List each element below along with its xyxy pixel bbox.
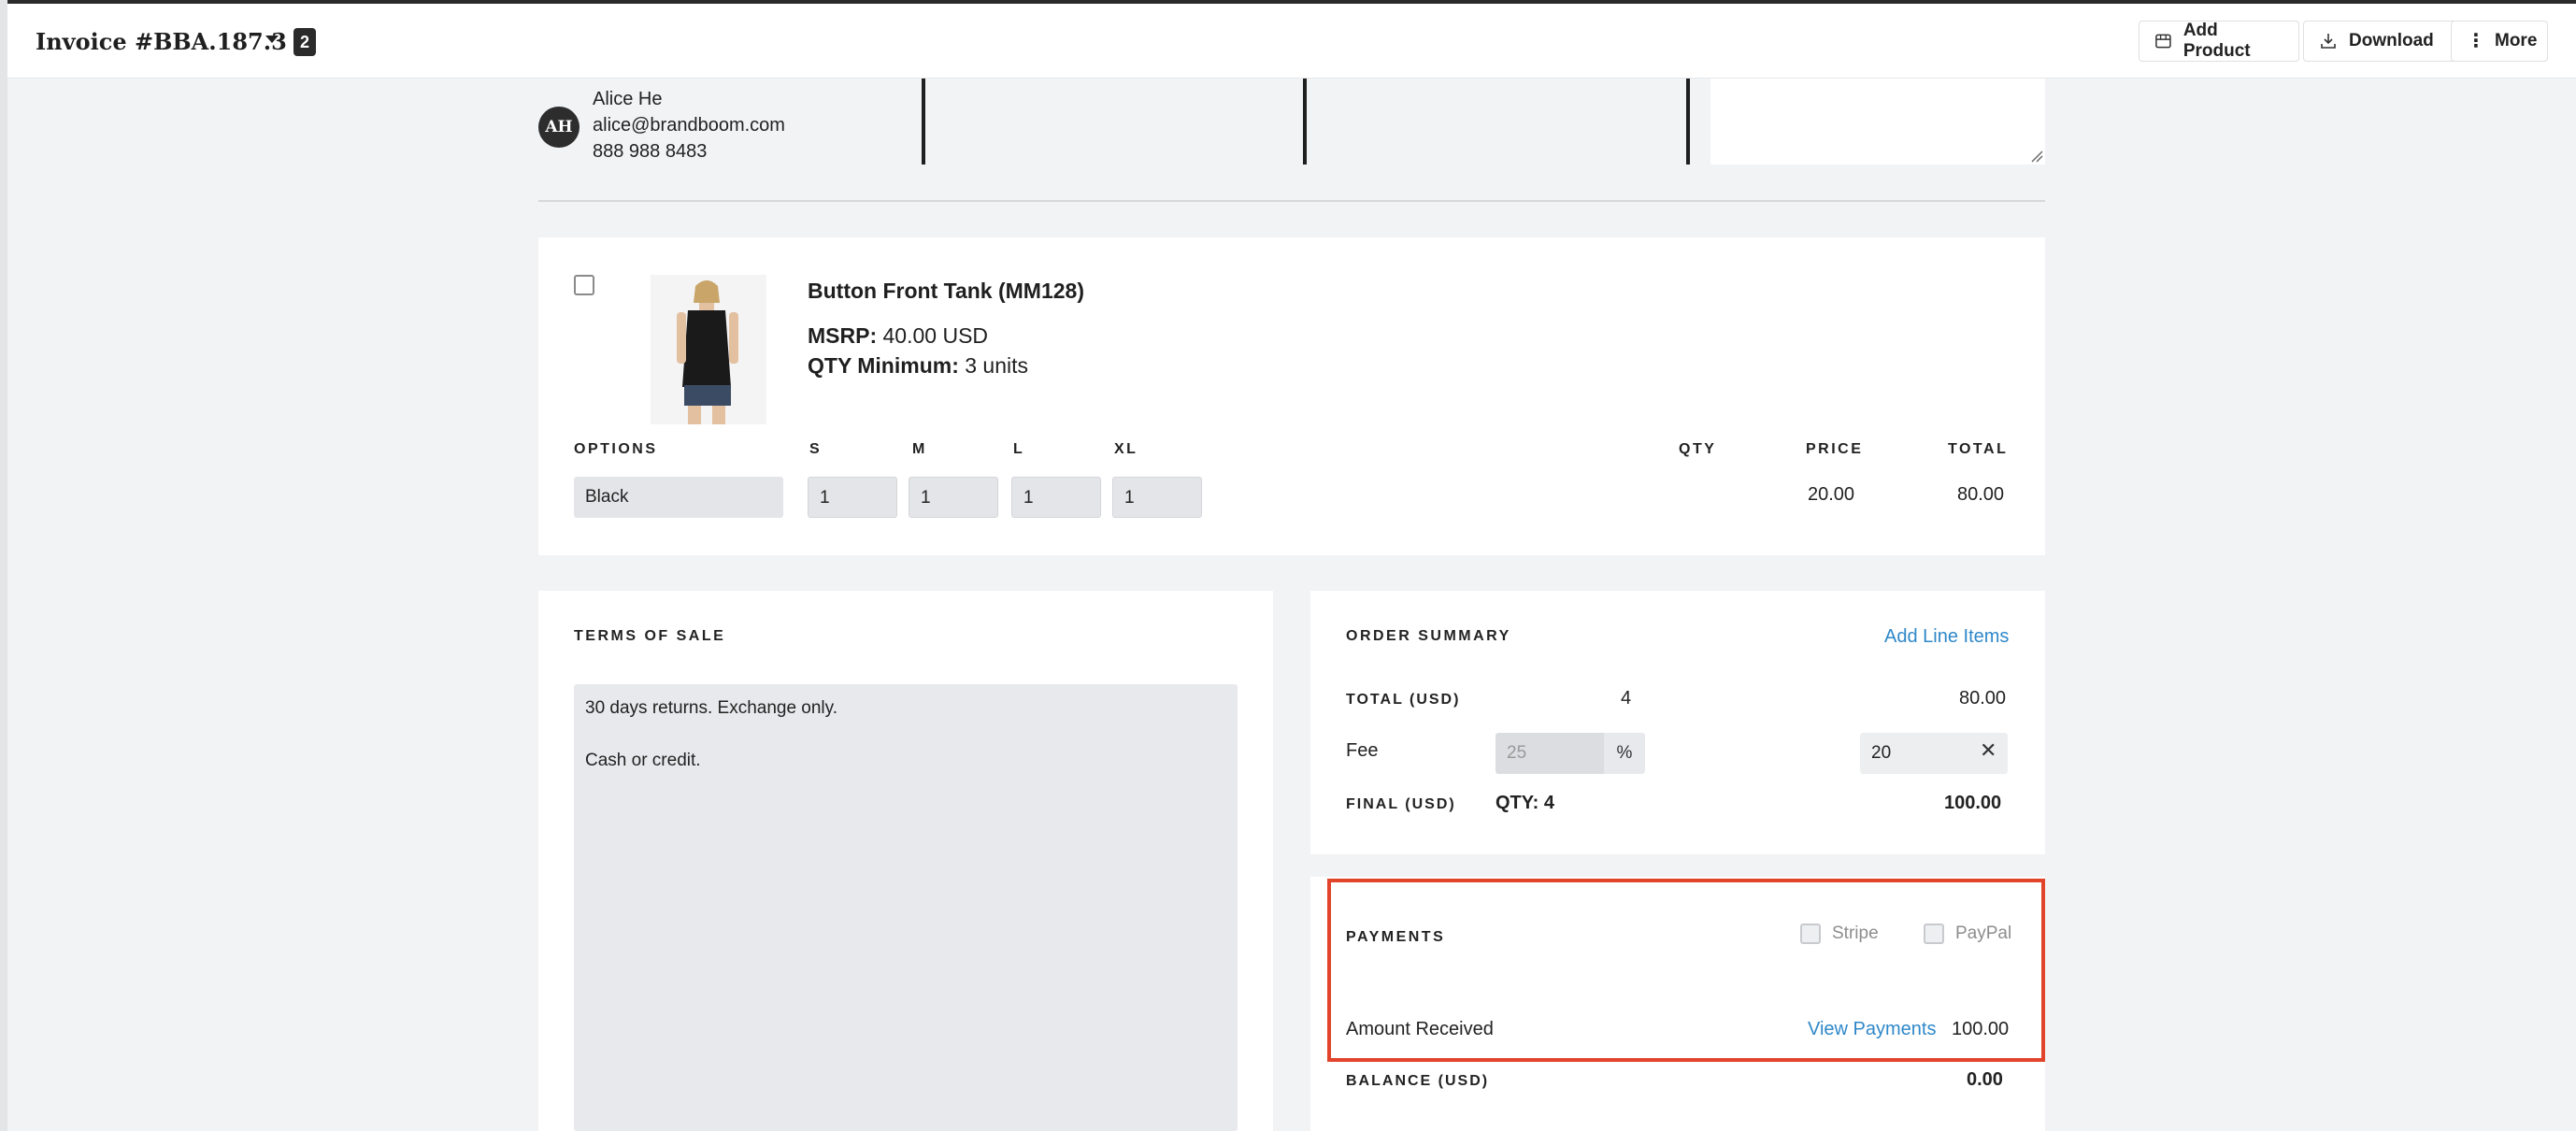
more-vertical-icon: ⋮ — [2467, 31, 2485, 51]
column-divider — [1686, 79, 1690, 165]
qty-column-header: QTY — [1679, 441, 1717, 457]
total-qty: 4 — [1621, 688, 1632, 709]
order-summary-card: ORDER SUMMARY Add Line Items TOTAL (USD)… — [1310, 591, 2045, 854]
column-divider — [922, 79, 925, 165]
download-label: Download — [2349, 31, 2434, 50]
product-qty-minimum: QTY Minimum: 3 units — [808, 353, 1028, 379]
balance-value: 0.00 — [1967, 1069, 2003, 1090]
store-icon — [2155, 34, 2171, 49]
notes-textarea[interactable] — [1710, 79, 2045, 165]
terms-line: 30 days returns. Exchange only. — [585, 698, 838, 718]
terms-line: Cash or credit. — [585, 751, 701, 770]
more-label: More — [2495, 31, 2538, 50]
line-total: 80.00 — [1957, 484, 2005, 505]
fee-percent-input[interactable]: 25 — [1496, 733, 1604, 774]
msrp-value: 40.00 USD — [882, 323, 989, 348]
section-divider — [538, 200, 2045, 202]
terms-title: TERMS OF SALE — [574, 628, 726, 644]
options-column-header: OPTIONS — [574, 441, 658, 457]
price-column-header: PRICE — [1806, 441, 1864, 457]
close-icon[interactable]: ✕ — [1980, 738, 1996, 763]
avatar: AH — [538, 107, 580, 148]
invoice-count-badge: 2 — [293, 28, 316, 56]
option-select[interactable]: Black — [574, 477, 783, 518]
download-icon — [2321, 34, 2336, 49]
paypal-option[interactable]: PayPal — [1924, 923, 2011, 944]
invoice-title[interactable]: Invoice #BBA.187.3 — [36, 28, 287, 55]
resize-handle-icon[interactable] — [2030, 150, 2043, 163]
product-image — [651, 275, 766, 424]
size-header-xl: XL — [1114, 441, 1138, 457]
qty-minimum-value: 3 units — [965, 353, 1029, 378]
final-label: FINAL (USD) — [1346, 796, 1456, 812]
more-button[interactable]: ⋮ More — [2451, 21, 2548, 62]
product-msrp: MSRP: 40.00 USD — [808, 323, 988, 349]
total-label: TOTAL (USD) — [1346, 692, 1461, 708]
add-product-label: Add Product — [2182, 21, 2251, 61]
size-header-l: L — [1013, 441, 1025, 457]
size-qty-input-l[interactable]: 1 — [1011, 477, 1101, 518]
contact-name: Alice He — [593, 89, 663, 109]
amount-received-label: Amount Received — [1346, 1019, 1494, 1039]
contact-phone: 888 988 8483 — [593, 141, 708, 162]
chevron-down-icon[interactable] — [265, 36, 279, 43]
download-button[interactable]: Download — [2303, 21, 2469, 62]
msrp-label: MSRP: — [808, 323, 878, 348]
product-name[interactable]: Button Front Tank (MM128) — [808, 279, 1084, 304]
product-select-checkbox[interactable] — [574, 275, 594, 295]
left-gutter — [0, 0, 7, 1131]
column-divider — [1303, 79, 1307, 165]
percent-sign: % — [1604, 733, 1645, 774]
final-qty: QTY: 4 — [1496, 793, 1554, 813]
stripe-checkbox[interactable] — [1800, 923, 1821, 944]
total-value: 80.00 — [1959, 688, 2007, 709]
size-qty-input-xl[interactable]: 1 — [1112, 477, 1202, 518]
stripe-label: Stripe — [1832, 923, 1879, 943]
size-qty-input-s[interactable]: 1 — [808, 477, 897, 518]
amount-received-value: 100.00 — [1952, 1019, 2010, 1039]
payments-title: PAYMENTS — [1346, 929, 1446, 945]
terms-textarea[interactable]: 30 days returns. Exchange only. Cash or … — [574, 684, 1238, 1131]
view-payments-link[interactable]: View Payments — [1808, 1019, 1936, 1040]
final-value: 100.00 — [1944, 793, 2002, 813]
size-header-s: S — [809, 441, 823, 457]
contact-email[interactable]: alice@brandboom.com — [593, 112, 785, 138]
contact-info: Alice He alice@brandboom.com 888 988 848… — [593, 86, 785, 165]
payments-card: PAYMENTS Stripe PayPal Amount Received V… — [1310, 877, 2045, 1131]
terms-of-sale-card: TERMS OF SALE 30 days returns. Exchange … — [538, 591, 1273, 1131]
size-header-m: M — [912, 441, 927, 457]
balance-label: BALANCE (USD) — [1346, 1073, 1490, 1089]
add-line-items-link[interactable]: Add Line Items — [1884, 626, 2009, 648]
qty-minimum-label: QTY Minimum: — [808, 353, 959, 378]
product-line-card: Button Front Tank (MM128) MSRP: 40.00 US… — [538, 237, 2045, 555]
fee-label: Fee — [1346, 740, 1379, 761]
top-bar: Invoice #BBA.187.3 2 Add Product Downloa… — [7, 4, 2576, 79]
order-summary-title: ORDER SUMMARY — [1346, 628, 1511, 644]
paypal-label: PayPal — [1955, 923, 2012, 943]
paypal-checkbox[interactable] — [1924, 923, 1944, 944]
total-column-header: TOTAL — [1948, 441, 2009, 457]
add-product-button[interactable]: Add Product — [2139, 21, 2299, 62]
size-qty-input-m[interactable]: 1 — [909, 477, 998, 518]
stripe-option[interactable]: Stripe — [1800, 923, 1879, 944]
line-price: 20.00 — [1808, 484, 1855, 505]
